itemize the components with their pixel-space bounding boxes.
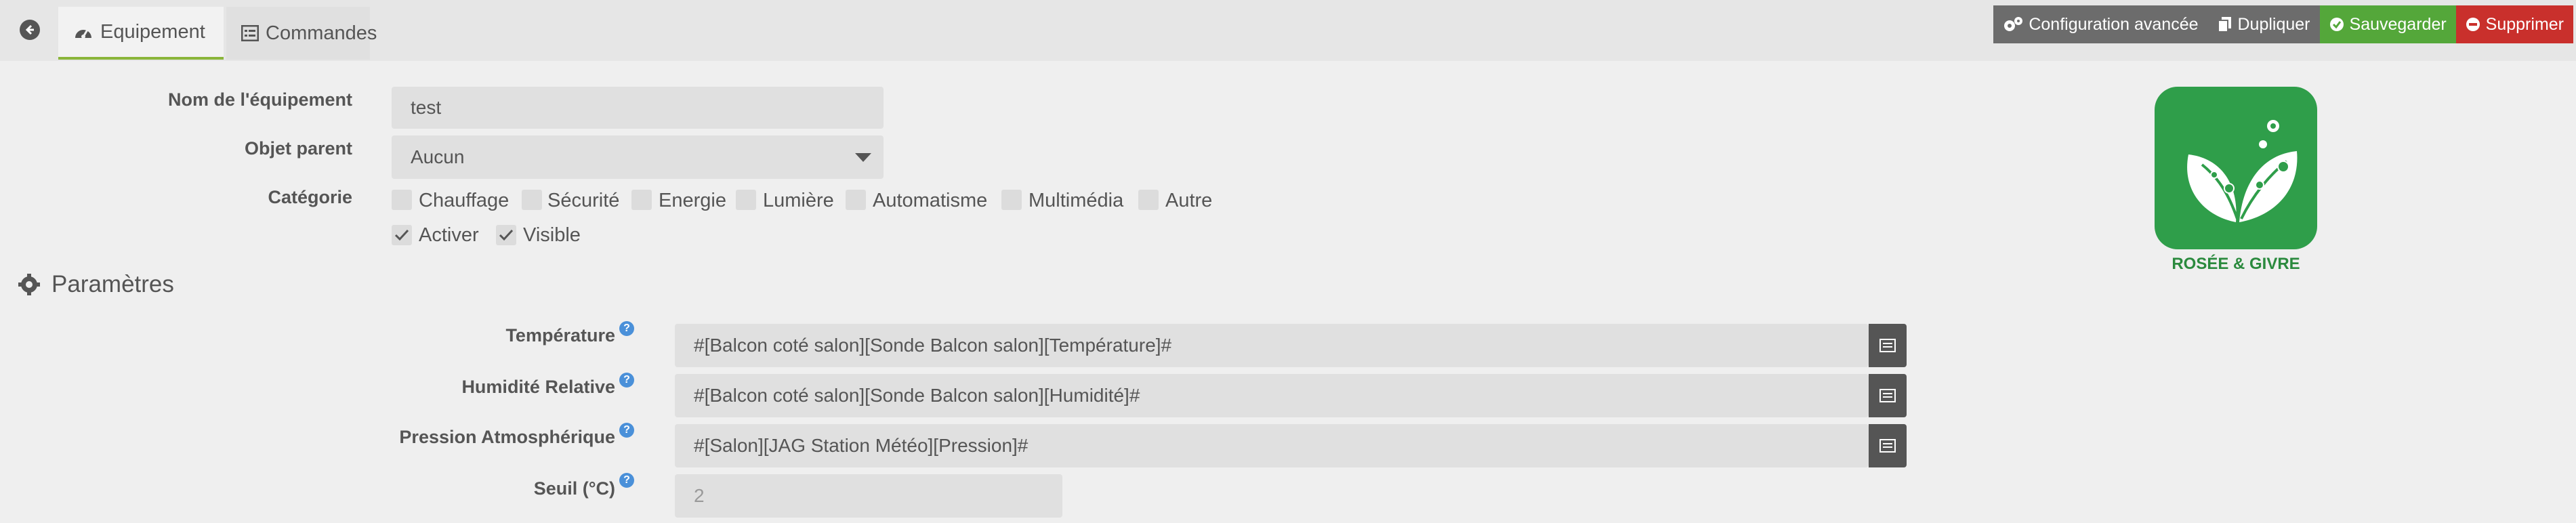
category-checkbox-multimedia[interactable] <box>1001 190 1022 210</box>
delete-label: Supprimer <box>2485 14 2564 34</box>
tab-equipement-label: Equipement <box>100 20 205 43</box>
temperature-input[interactable]: #[Balcon coté salon][Sonde Balcon salon]… <box>675 324 1869 367</box>
list-alt-icon <box>1879 339 1896 352</box>
equipment-name-input[interactable]: test <box>392 87 884 129</box>
save-label: Sauvegarder <box>2349 14 2447 34</box>
parent-object-label: Objet parent <box>244 138 352 159</box>
category-checkbox-energie[interactable] <box>631 190 652 210</box>
list-icon <box>241 25 259 41</box>
check-icon <box>394 229 409 241</box>
category-checkbox-lumiere[interactable] <box>736 190 756 210</box>
leaf-icon <box>2187 120 2298 222</box>
duplicate-button[interactable]: Dupliquer <box>2207 5 2320 43</box>
category-checkbox-chauffage[interactable] <box>392 190 412 210</box>
caret-down-icon <box>855 153 871 162</box>
help-icon[interactable]: ? <box>619 373 634 388</box>
category-label-autre: Autre <box>1165 190 1213 211</box>
tachometer-icon <box>73 23 94 41</box>
category-checkbox-securite[interactable] <box>522 190 542 210</box>
cogs-icon <box>2003 16 2023 33</box>
category-checkbox-autre[interactable] <box>1138 190 1159 210</box>
plugin-logo-caption: ROSÉE & GIVRE <box>2172 255 2300 273</box>
list-alt-icon <box>1879 389 1896 402</box>
help-icon[interactable]: ? <box>619 423 634 438</box>
humidity-label: Humidité Relative <box>461 377 615 397</box>
advanced-config-button[interactable]: Configuration avancée <box>1993 5 2208 43</box>
save-button[interactable]: Sauvegarder <box>2319 5 2456 43</box>
action-buttons: Configuration avancée Dupliquer Sauvegar… <box>1993 5 2573 43</box>
tab-commandes-label: Commandes <box>266 22 377 44</box>
category-label-lumiere: Lumière <box>763 190 834 211</box>
copy-icon <box>2217 16 2232 33</box>
category-label-multimedia: Multimédia <box>1029 190 1124 211</box>
pressure-input[interactable]: #[Salon][JAG Station Météo][Pression]# <box>675 424 1869 467</box>
top-bar: Equipement Commandes Configuration avanc… <box>0 0 2576 61</box>
humidity-input[interactable]: #[Balcon coté salon][Sonde Balcon salon]… <box>675 374 1869 417</box>
parent-object-select[interactable]: Aucun <box>392 135 884 179</box>
humidity-select-button[interactable] <box>1869 374 1907 417</box>
category-checkbox-automatisme[interactable] <box>846 190 866 210</box>
gear-icon <box>18 273 41 296</box>
category-label-automatisme: Automatisme <box>873 190 988 211</box>
activate-checkbox[interactable] <box>392 225 412 245</box>
category-label: Catégorie <box>268 187 352 207</box>
advanced-config-label: Configuration avancée <box>2029 14 2199 34</box>
duplicate-label: Dupliquer <box>2237 14 2310 34</box>
parameters-title: Paramètres <box>51 271 174 297</box>
check-circle-icon <box>2329 17 2344 32</box>
parent-object-value: Aucun <box>411 146 465 167</box>
arrow-left-icon <box>20 20 40 40</box>
help-icon[interactable]: ? <box>619 473 634 488</box>
back-button[interactable] <box>9 9 50 50</box>
equipment-name-label: Nom de l'équipement <box>168 89 352 110</box>
help-icon[interactable]: ? <box>619 321 634 336</box>
minus-circle-icon <box>2466 17 2480 32</box>
category-label-chauffage: Chauffage <box>419 190 510 211</box>
list-alt-icon <box>1879 439 1896 453</box>
parameters-section-title: Paramètres <box>18 271 174 298</box>
activate-label: Activer <box>419 224 479 246</box>
tab-commandes[interactable]: Commandes <box>226 7 377 60</box>
category-label-energie: Energie <box>659 190 726 211</box>
pressure-select-button[interactable] <box>1869 424 1907 467</box>
temperature-select-button[interactable] <box>1869 324 1907 367</box>
delete-button[interactable]: Supprimer <box>2455 5 2573 43</box>
threshold-input[interactable]: 2 <box>675 474 1062 518</box>
visible-label: Visible <box>523 224 581 246</box>
plugin-logo <box>2155 87 2317 249</box>
check-icon <box>499 229 514 241</box>
temperature-label: Température <box>505 325 615 346</box>
category-label-securite: Sécurité <box>547 190 620 211</box>
tab-equipement[interactable]: Equipement <box>58 7 224 60</box>
pressure-label: Pression Atmosphérique <box>399 427 615 447</box>
visible-checkbox[interactable] <box>496 225 516 245</box>
threshold-label: Seuil (°C) <box>533 478 615 499</box>
